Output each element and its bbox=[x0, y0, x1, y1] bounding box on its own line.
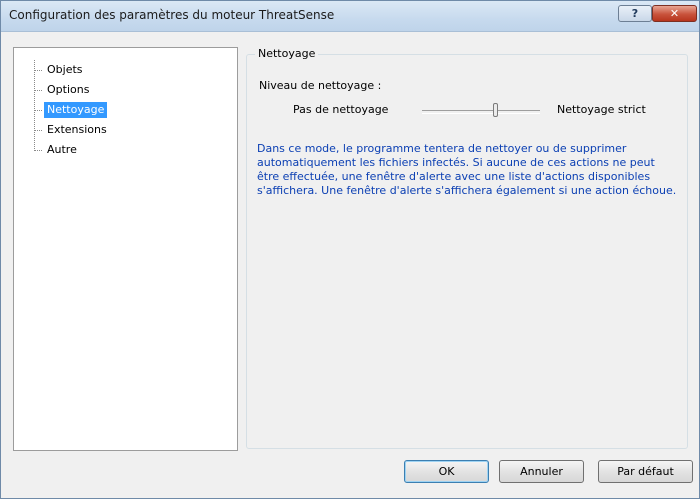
cleaning-level-slider-row: Pas de nettoyage Nettoyage strict bbox=[293, 103, 673, 119]
tree-item-label: Autre bbox=[47, 143, 77, 156]
cleaning-level-label: Niveau de nettoyage : bbox=[259, 79, 382, 92]
tree-branch-line bbox=[34, 130, 42, 131]
tree-item-label: Extensions bbox=[47, 123, 107, 136]
slider-thumb[interactable] bbox=[493, 103, 498, 117]
tree-item-label: Nettoyage bbox=[44, 102, 108, 118]
window-title: Configuration des paramètres du moteur T… bbox=[9, 8, 335, 22]
title-bar[interactable]: Configuration des paramètres du moteur T… bbox=[1, 1, 699, 32]
tree-item-objets[interactable]: Objets bbox=[34, 60, 83, 80]
threatsense-config-dialog: Configuration des paramètres du moteur T… bbox=[0, 0, 700, 499]
tree-branch-line bbox=[34, 150, 42, 151]
settings-tree-panel: Objets Options Nettoyage Extensions Autr… bbox=[13, 47, 238, 451]
cleaning-group: Nettoyage Niveau de nettoyage : Pas de n… bbox=[246, 47, 688, 449]
tree-item-label: Options bbox=[47, 83, 90, 96]
slider-max-label: Nettoyage strict bbox=[557, 103, 646, 116]
cleaning-mode-description: Dans ce mode, le programme tentera de ne… bbox=[257, 142, 677, 197]
tree-item-nettoyage[interactable]: Nettoyage bbox=[34, 100, 108, 120]
tree-branch-line bbox=[34, 110, 42, 111]
close-icon: ✕ bbox=[669, 7, 680, 20]
tree-branch-line bbox=[34, 70, 42, 71]
slider-min-label: Pas de nettoyage bbox=[293, 103, 389, 116]
tree-item-autre[interactable]: Autre bbox=[34, 140, 77, 160]
settings-tree: Objets Options Nettoyage Extensions Autr… bbox=[34, 60, 108, 160]
close-button[interactable]: ✕ bbox=[652, 5, 697, 22]
tree-item-label: Objets bbox=[47, 63, 83, 76]
group-title: Nettoyage bbox=[255, 47, 319, 60]
cancel-button[interactable]: Annuler bbox=[499, 460, 584, 483]
tree-item-extensions[interactable]: Extensions bbox=[34, 120, 107, 140]
tree-branch-line bbox=[34, 90, 42, 91]
ok-button[interactable]: OK bbox=[404, 460, 489, 483]
help-button[interactable]: ? bbox=[618, 5, 652, 22]
tree-item-options[interactable]: Options bbox=[34, 80, 89, 100]
cleaning-level-slider[interactable] bbox=[422, 110, 540, 114]
question-mark-icon: ? bbox=[631, 7, 639, 20]
default-button[interactable]: Par défaut bbox=[598, 460, 693, 483]
